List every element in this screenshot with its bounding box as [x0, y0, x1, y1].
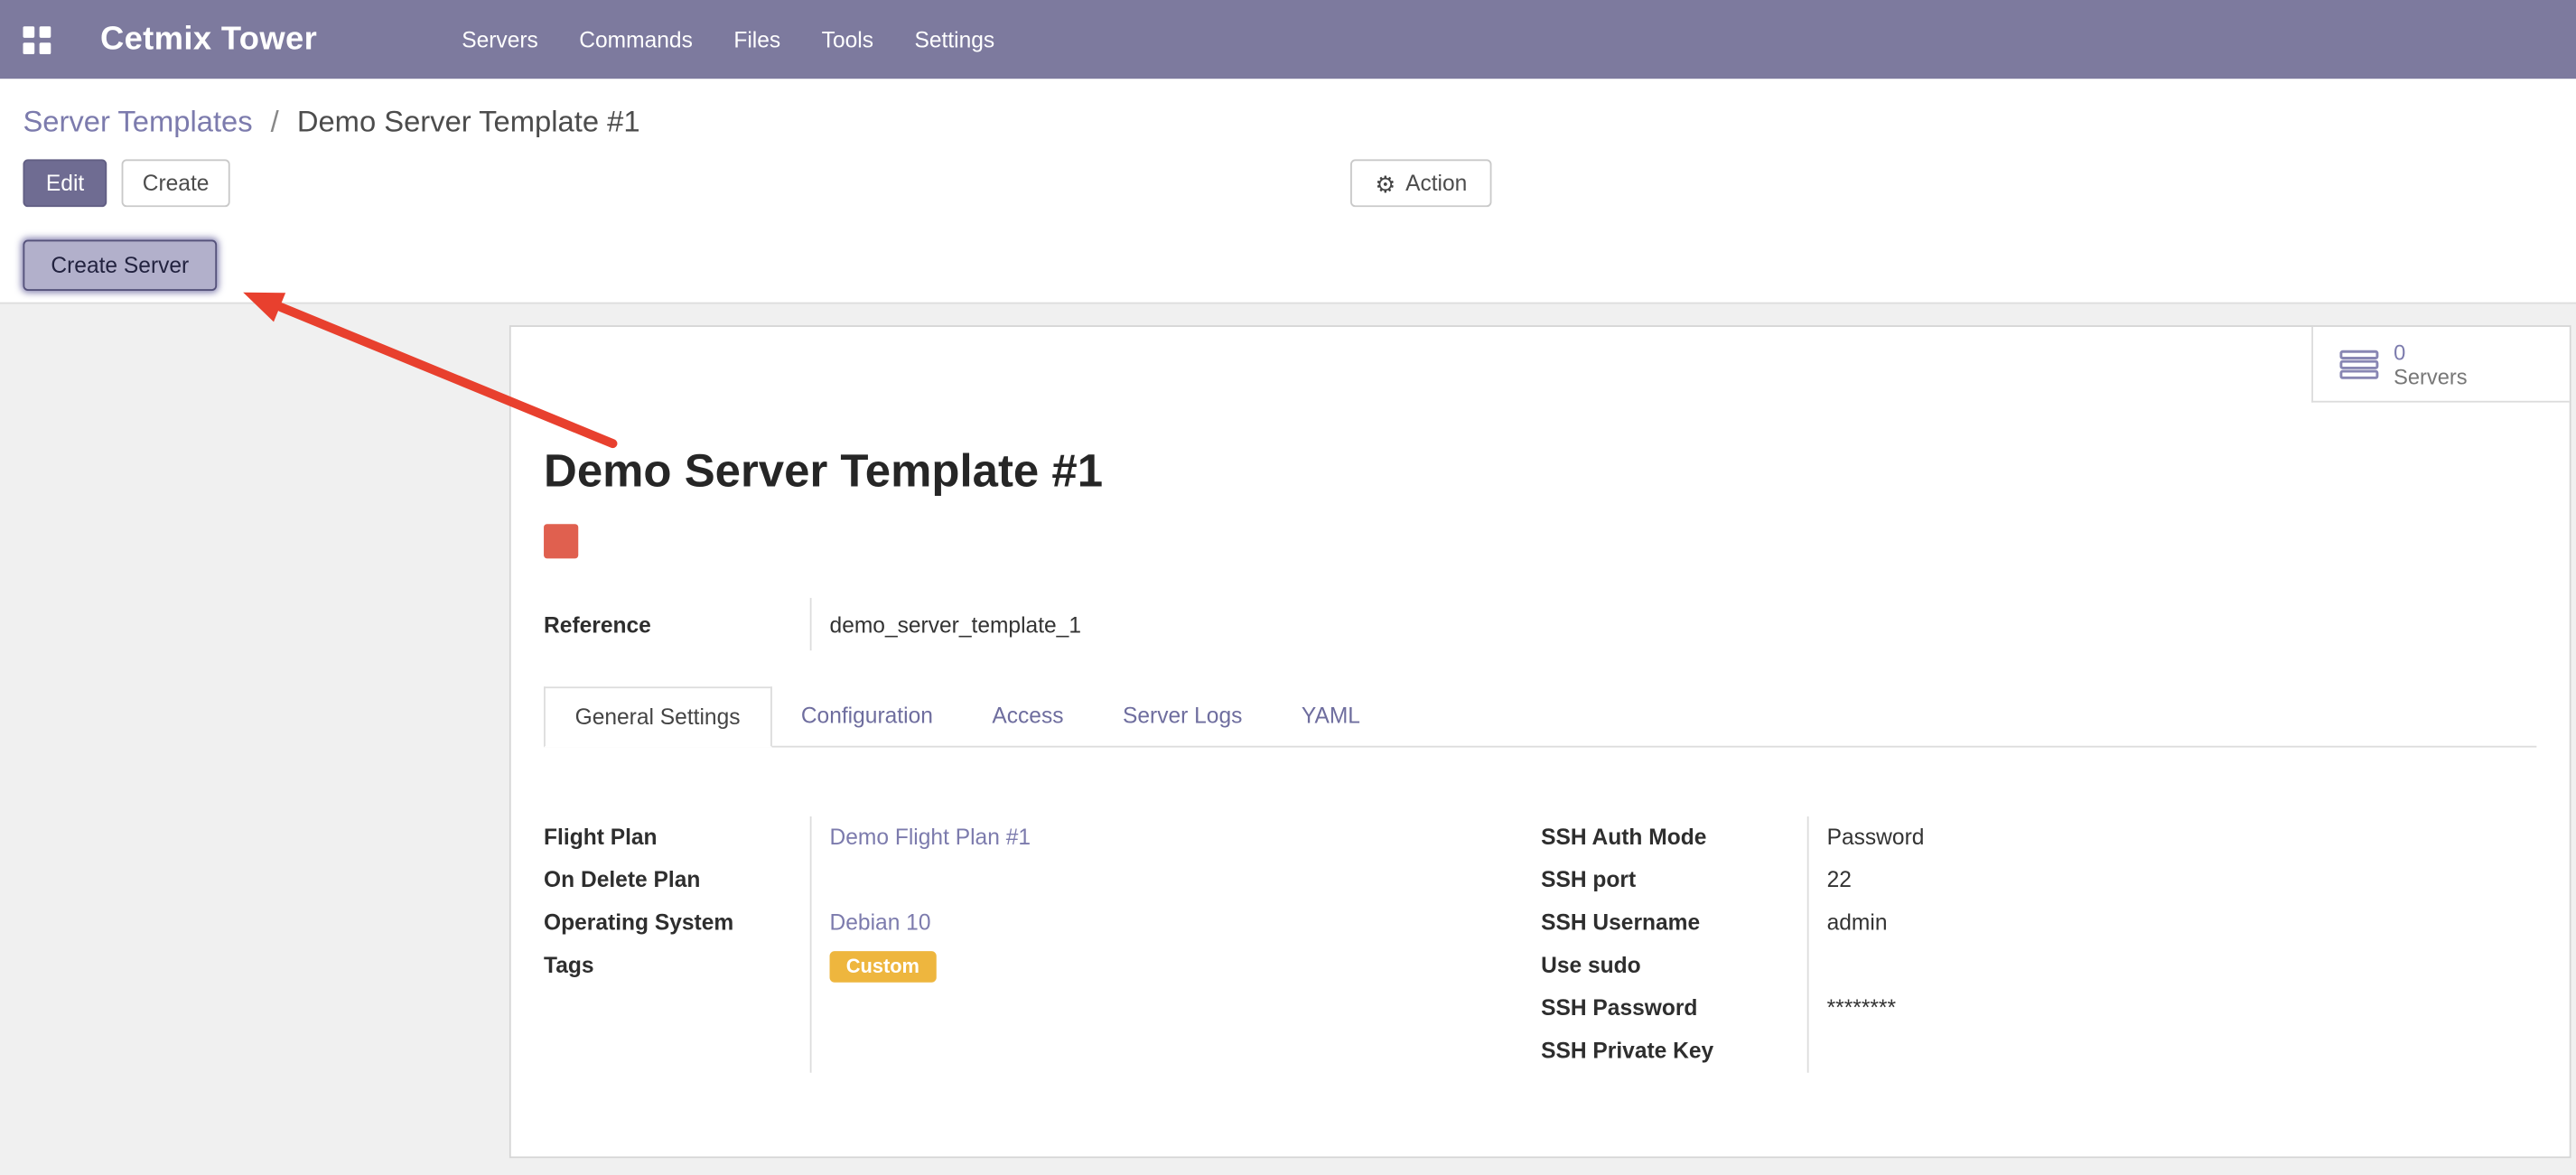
record-title: Demo Server Template #1: [544, 445, 2536, 498]
stat-button-row: 0 Servers: [511, 327, 2570, 403]
stat-text: 0 Servers: [2394, 340, 2467, 389]
create-server-button[interactable]: Create Server: [23, 240, 217, 291]
tags-label: Tags: [544, 945, 810, 987]
control-panel: Server Templates / Demo Server Template …: [0, 79, 2576, 303]
create-button[interactable]: Create: [121, 159, 230, 207]
tab-general-settings[interactable]: General Settings: [544, 686, 771, 747]
flight-plan-label: Flight Plan: [544, 816, 810, 859]
edit-button[interactable]: Edit: [23, 159, 107, 207]
notebook-tabs: General Settings Configuration Access Se…: [544, 686, 2536, 747]
ssh-password-label: SSH Password: [1541, 987, 1807, 1030]
ssh-auth-mode-label: SSH Auth Mode: [1541, 816, 1807, 859]
app-brand[interactable]: Cetmix Tower: [100, 21, 317, 59]
breadcrumb-current: Demo Server Template #1: [297, 105, 640, 137]
right-values-column: Password 22 admin ********: [1809, 816, 2537, 1073]
reference-field: Reference demo_server_template_1: [544, 598, 2536, 650]
ssh-password-value: ********: [1827, 995, 1896, 1020]
app-root: Cetmix Tower Servers Commands Files Tool…: [0, 0, 2576, 1174]
ssh-username-value: admin: [1827, 910, 1888, 935]
nav-item-settings[interactable]: Settings: [911, 21, 998, 59]
header-buttons-row: Create Server: [0, 240, 2576, 291]
tab-content-general: Flight Plan On Delete Plan Operating Sys…: [544, 816, 2536, 1073]
ssh-private-key-label: SSH Private Key: [1541, 1030, 1807, 1072]
nav-item-tools[interactable]: Tools: [818, 21, 877, 59]
content-area: 0 Servers Demo Server Template #1 Refere…: [0, 303, 2576, 1174]
breadcrumb-parent[interactable]: Server Templates: [23, 105, 252, 137]
breadcrumb: Server Templates / Demo Server Template …: [0, 79, 2576, 139]
main-menu: Servers Commands Files Tools Settings: [459, 21, 998, 59]
top-navbar: Cetmix Tower Servers Commands Files Tool…: [0, 0, 2576, 79]
on-delete-plan-label: On Delete Plan: [544, 859, 810, 901]
tab-configuration[interactable]: Configuration: [771, 686, 963, 745]
tab-yaml[interactable]: YAML: [1272, 686, 1390, 745]
grid-icon: [23, 25, 51, 53]
reference-value: demo_server_template_1: [812, 612, 1081, 637]
action-button-label: Action: [1405, 171, 1467, 195]
nav-item-files[interactable]: Files: [731, 21, 784, 59]
action-button[interactable]: ⚙ Action: [1350, 159, 1492, 207]
form-sheet: 0 Servers Demo Server Template #1 Refere…: [509, 325, 2571, 1158]
ssh-port-label: SSH port: [1541, 859, 1807, 901]
control-buttons-row: Edit Create ⚙ Action: [0, 159, 2576, 211]
field-group-left: Flight Plan On Delete Plan Operating Sys…: [544, 816, 1480, 1073]
tab-access[interactable]: Access: [963, 686, 1094, 745]
gear-icon: ⚙: [1375, 172, 1395, 194]
breadcrumb-separator: /: [271, 105, 279, 137]
apps-menu-icon[interactable]: [14, 19, 61, 60]
stat-value: 0: [2394, 340, 2467, 364]
nav-item-servers[interactable]: Servers: [459, 21, 542, 59]
servers-stat-button[interactable]: 0 Servers: [2311, 327, 2570, 403]
sheet-body: Demo Server Template #1 Reference demo_s…: [511, 445, 2570, 1073]
reference-label: Reference: [544, 598, 811, 650]
tag-badge-custom: Custom: [830, 951, 937, 983]
operating-system-value[interactable]: Debian 10: [830, 910, 931, 935]
left-labels-column: Flight Plan On Delete Plan Operating Sys…: [544, 816, 811, 1073]
ssh-auth-mode-value: Password: [1827, 825, 1925, 849]
nav-item-commands[interactable]: Commands: [576, 21, 696, 59]
ssh-port-value: 22: [1827, 867, 1852, 891]
left-values-column: Demo Flight Plan #1 Debian 10 Custom: [812, 816, 1480, 1073]
ssh-username-label: SSH Username: [1541, 902, 1807, 945]
use-sudo-label: Use sudo: [1541, 945, 1807, 987]
color-swatch: [544, 524, 578, 558]
server-stack-icon: [2339, 350, 2379, 379]
stat-label: Servers: [2394, 364, 2467, 388]
flight-plan-value[interactable]: Demo Flight Plan #1: [830, 825, 1031, 849]
right-labels-column: SSH Auth Mode SSH port SSH Username Use …: [1541, 816, 1808, 1073]
tab-server-logs[interactable]: Server Logs: [1093, 686, 1272, 745]
operating-system-label: Operating System: [544, 902, 810, 945]
action-menu-container: ⚙ Action: [1350, 159, 1492, 207]
field-group-right: SSH Auth Mode SSH port SSH Username Use …: [1541, 816, 2536, 1073]
